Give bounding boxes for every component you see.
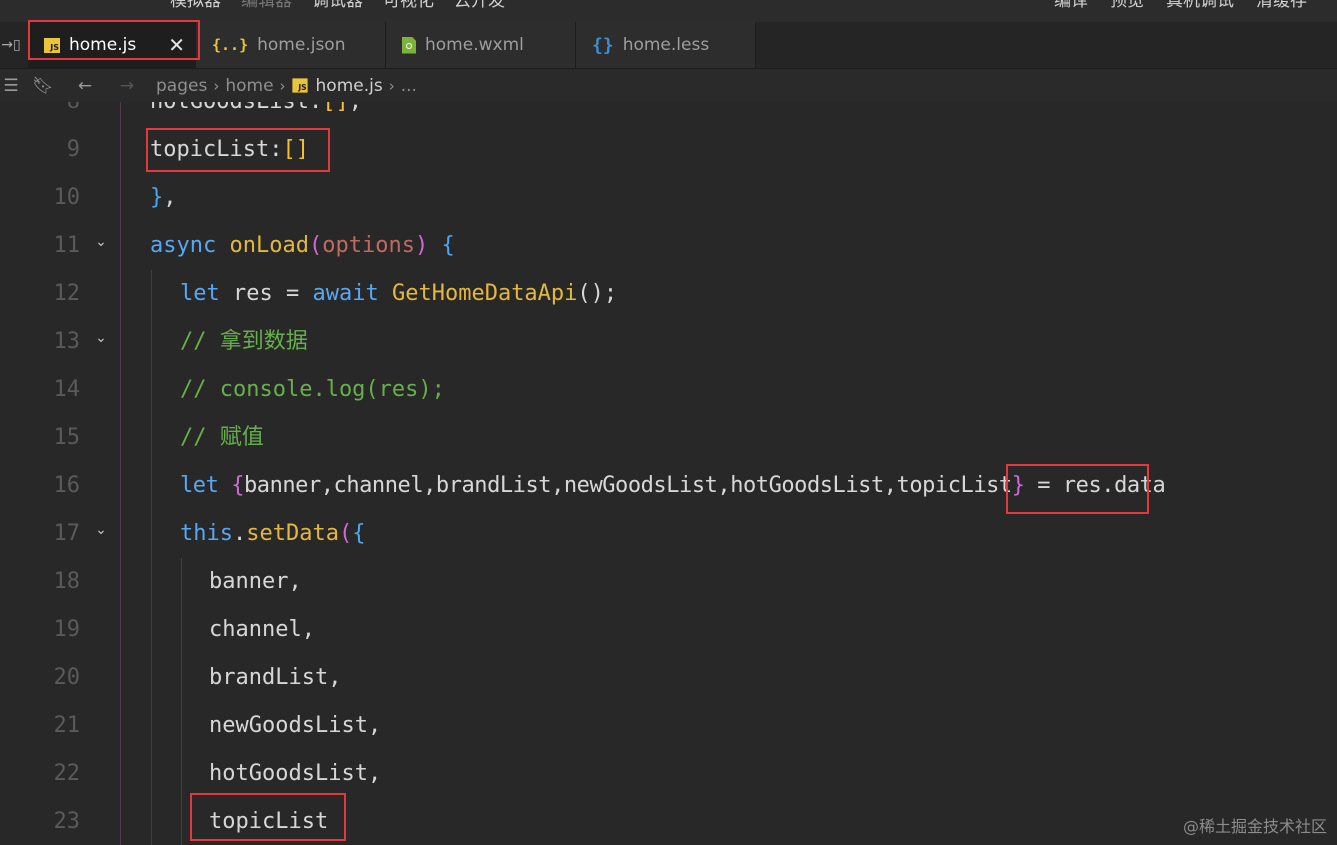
forward-arrow-icon[interactable]: →	[106, 76, 148, 96]
code-line-12: 12 let res = await GetHomeDataApi();	[0, 270, 1337, 318]
wxml-file-icon	[402, 36, 416, 54]
chevron-right-icon: ›	[388, 76, 395, 95]
sidebar-toggle-icon[interactable]: →▯	[0, 34, 22, 56]
tab-label: home.json	[257, 35, 346, 55]
toolbar-preview-button[interactable]: 预览	[1110, 0, 1144, 12]
back-arrow-icon[interactable]: ←	[64, 76, 106, 96]
line-number: 20	[53, 665, 81, 690]
code-text: this.setData({	[180, 521, 366, 546]
breadcrumb-item-home[interactable]: home	[225, 76, 273, 96]
code-text: hotGoodsList,	[209, 761, 382, 786]
line-number: 11	[53, 233, 81, 258]
chevron-right-icon: ›	[279, 76, 286, 95]
js-file-icon: JS	[291, 78, 308, 93]
watermark: @稀土掘金技术社区	[1182, 817, 1327, 836]
toolbar-visual-button[interactable]: 可视化	[383, 0, 434, 12]
line-number: 23	[53, 809, 81, 834]
js-file-icon: JS	[44, 37, 60, 53]
line-number: 12	[53, 281, 81, 306]
code-comment: // console.log(res);	[180, 377, 445, 402]
line-number: 16	[53, 473, 81, 498]
code-line-10: 10 },	[0, 174, 1337, 222]
code-text: newGoodsList,	[209, 713, 382, 738]
line-number: 19	[53, 617, 81, 642]
tab-label: home.less	[622, 35, 710, 55]
code-line-14: 14 // console.log(res);	[0, 366, 1337, 414]
breadcrumb-item-more[interactable]: ...	[401, 76, 417, 96]
code-comment: // 拿到数据	[180, 329, 308, 354]
code-text: hotGoodsList:[],	[150, 102, 362, 126]
tab-home-json[interactable]: {..} home.json	[196, 22, 386, 68]
toolbar-left-group: 模拟器 编辑器 调试器 可视化 云开发	[170, 0, 505, 12]
line-number: 17	[53, 521, 81, 546]
code-line-21: 21 newGoodsList,	[0, 702, 1337, 750]
toolbar-remote-debug-button[interactable]: 真机调试	[1166, 0, 1234, 12]
code-editor[interactable]: 8 hotGoodsList:[], 9 topicList:[] 10 }, …	[0, 102, 1337, 845]
code-text: banner,	[209, 569, 302, 594]
chevron-down-icon[interactable]: ⌄	[90, 234, 112, 250]
close-icon[interactable]: ✕	[168, 35, 185, 55]
breadcrumb-bar: ☰ 🔖︎ ← → pages › home › JS home.js › ...	[0, 69, 1337, 103]
line-number: 13	[53, 329, 81, 354]
line-number: 10	[53, 185, 81, 210]
tab-label: home.wxml	[425, 35, 524, 55]
top-toolbar: 模拟器 编辑器 调试器 可视化 云开发 编译 预览 真机调试 清缓存	[0, 0, 1337, 22]
toolbar-simulator-button[interactable]: 模拟器	[170, 0, 221, 12]
breadcrumb-item-file[interactable]: home.js	[316, 76, 383, 96]
line-number: 21	[53, 713, 81, 738]
line-number: 14	[53, 377, 81, 402]
toolbar-clear-cache-button[interactable]: 清缓存	[1256, 0, 1307, 12]
line-number: 8	[0, 102, 80, 126]
code-text: brandList,	[209, 665, 342, 690]
code-line-19: 19 channel,	[0, 606, 1337, 654]
breadcrumb: pages › home › JS home.js › ...	[156, 76, 417, 96]
toolbar-right-group: 编译 预览 真机调试 清缓存	[1054, 0, 1307, 12]
toolbar-cloud-button[interactable]: 云开发	[454, 0, 505, 12]
json-file-icon: {..}	[212, 36, 249, 54]
code-text: topicList	[209, 809, 329, 834]
chevron-right-icon: ›	[213, 76, 220, 95]
editor-tab-bar: →▯ JS home.js ✕ {..} home.json home.wxml…	[0, 20, 1337, 69]
line-number: 22	[53, 761, 81, 786]
breadcrumb-item-pages[interactable]: pages	[156, 76, 207, 96]
chevron-down-icon[interactable]: ⌄	[90, 330, 112, 346]
code-line-11: 11 ⌄ async onLoad(options) {	[0, 222, 1337, 270]
code-line-23: 23 topicList	[0, 798, 1337, 845]
code-text: async onLoad(options) {	[150, 233, 455, 258]
code-comment: // 赋值	[180, 425, 264, 450]
code-line-20: 20 brandList,	[0, 654, 1337, 702]
tab-label: home.js	[69, 35, 137, 55]
code-text: channel,	[209, 617, 315, 642]
code-line-15: 15 // 赋值	[0, 414, 1337, 462]
code-text: let res = await GetHomeDataApi();	[180, 281, 618, 306]
tab-home-less[interactable]: {} home.less	[576, 22, 756, 68]
toolbar-debugger-button[interactable]: 调试器	[312, 0, 363, 12]
menu-lines-icon[interactable]: ☰	[0, 76, 22, 96]
code-line-9: 9 topicList:[]	[0, 126, 1337, 174]
toolbar-compile-button[interactable]: 编译	[1054, 0, 1088, 12]
code-line-13: 13 ⌄ // 拿到数据	[0, 318, 1337, 366]
code-line-17: 17 ⌄ this.setData({	[0, 510, 1337, 558]
line-number: 9	[66, 137, 80, 162]
line-number: 15	[53, 425, 81, 450]
code-line-8: 8 hotGoodsList:[],	[0, 102, 1337, 126]
bookmark-icon[interactable]: 🔖︎	[22, 76, 64, 96]
toolbar-editor-button[interactable]: 编辑器	[241, 0, 292, 12]
code-line-16: 16 let {banner,channel,brandList,newGood…	[0, 462, 1337, 510]
line-number: 18	[53, 569, 81, 594]
tab-home-wxml[interactable]: home.wxml	[386, 22, 576, 68]
code-line-18: 18 banner,	[0, 558, 1337, 606]
code-text: topicList:[]	[150, 137, 309, 162]
less-file-icon: {}	[592, 34, 614, 56]
chevron-down-icon[interactable]: ⌄	[90, 522, 112, 538]
code-line-22: 22 hotGoodsList,	[0, 750, 1337, 798]
tab-home-js[interactable]: JS home.js ✕	[28, 22, 196, 68]
code-text: },	[150, 185, 177, 210]
code-text: let {banner,channel,brandList,newGoodsLi…	[180, 473, 1166, 498]
